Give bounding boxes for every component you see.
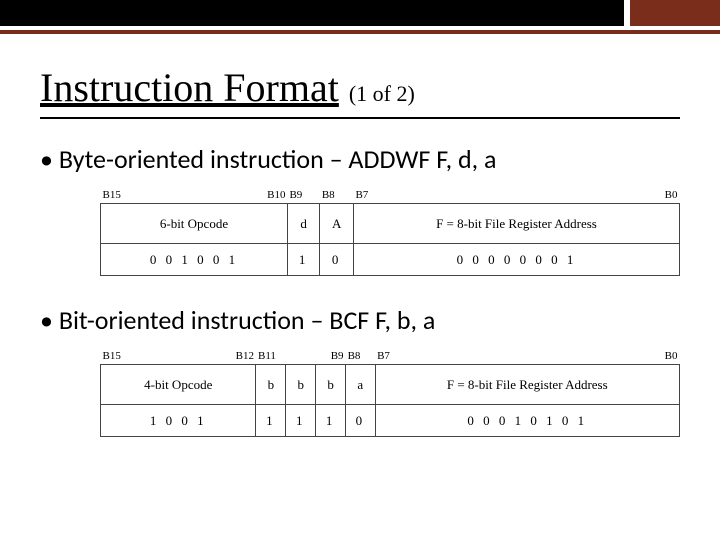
field-a: a xyxy=(346,365,376,405)
bits-b: 1 xyxy=(316,405,346,437)
page-pager: (1 of 2) xyxy=(349,81,415,107)
title-row: Instruction Format (1 of 2) xyxy=(40,64,680,119)
field-b: b xyxy=(316,365,346,405)
bit-label: B7 xyxy=(377,350,390,362)
bits-b: 1 xyxy=(286,405,316,437)
bits-a: 0 xyxy=(346,405,376,437)
bit-label: B9 xyxy=(289,189,302,201)
bit-label: B8 xyxy=(322,189,335,201)
bit-bullet: • Bit-oriented instruction – BCF F, b, a xyxy=(40,304,680,336)
bits-f: 0 0 0 1 0 1 0 1 xyxy=(375,405,679,437)
field-opcode: 6-bit Opcode xyxy=(101,204,288,244)
bit-label: B9 xyxy=(331,350,344,362)
field-d: d xyxy=(287,204,319,244)
bit-label: B0 xyxy=(665,350,678,362)
bit-label: B15 xyxy=(103,350,121,362)
bit-label: B11 xyxy=(258,350,276,362)
bit-label: B15 xyxy=(103,189,121,201)
bits-d: 1 xyxy=(287,244,319,276)
bits-a: 0 xyxy=(320,244,354,276)
bits-opcode: 0 0 1 0 0 1 xyxy=(101,244,288,276)
field-opcode: 4-bit Opcode xyxy=(101,365,256,405)
page-title: Instruction Format xyxy=(40,64,339,111)
bit-format-table: B15 B12 B11 B9 B8 B7 B0 4-bit Opcode b b… xyxy=(100,350,680,437)
byte-bullet: • Byte-oriented instruction – ADDWF F, d… xyxy=(40,143,680,175)
bit-label: B10 xyxy=(267,189,285,201)
bits-b: 1 xyxy=(256,405,286,437)
bits-f: 0 0 0 0 0 0 0 1 xyxy=(353,244,679,276)
field-a: A xyxy=(320,204,354,244)
bits-opcode: 1 0 0 1 xyxy=(101,405,256,437)
field-b: b xyxy=(256,365,286,405)
field-f: F = 8-bit File Register Address xyxy=(353,204,679,244)
slide-content: Instruction Format (1 of 2) • Byte-orien… xyxy=(0,64,720,437)
field-b: b xyxy=(286,365,316,405)
bit-label: B8 xyxy=(348,350,361,362)
bit-label: B0 xyxy=(665,189,678,201)
byte-format-table: B15 B10 B9 B8 B7 B0 6-bit Opcode d A F =… xyxy=(100,189,680,276)
slide-accent-line xyxy=(0,30,720,34)
slide-accent-bar xyxy=(0,0,720,26)
bit-label: B12 xyxy=(236,350,254,362)
bit-label: B7 xyxy=(355,189,368,201)
field-f: F = 8-bit File Register Address xyxy=(375,365,679,405)
